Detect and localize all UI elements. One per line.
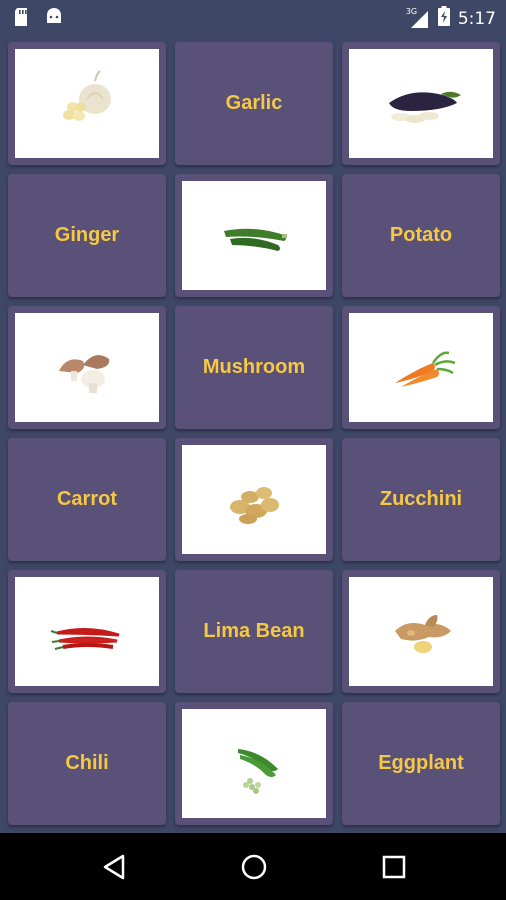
card-label: Carrot <box>56 488 117 510</box>
lima-bean-icon <box>238 748 278 794</box>
recents-icon <box>382 855 406 879</box>
card-mushroom-label[interactable]: Mushroom <box>175 306 333 429</box>
card-carrot-image[interactable] <box>342 306 500 429</box>
card-label: Zucchini <box>379 488 463 510</box>
zucchini-icon <box>224 228 287 251</box>
card-carrot-label[interactable]: Carrot <box>8 438 166 561</box>
card-zucchini-label[interactable]: Zucchini <box>342 438 500 561</box>
carrot-icon <box>395 350 456 387</box>
battery-charging-icon <box>437 6 450 31</box>
ginger-icon <box>395 614 451 653</box>
status-bar: 3G 5:17 <box>0 0 506 34</box>
card-lima-bean-label[interactable]: Lima Bean <box>175 570 333 693</box>
card-photo <box>182 445 326 554</box>
card-label: Garlic <box>225 92 283 114</box>
sd-card-icon <box>14 7 30 32</box>
card-photo <box>15 313 159 422</box>
home-button[interactable] <box>238 851 270 883</box>
mushroom-icon <box>59 354 110 393</box>
card-photo <box>349 313 493 422</box>
card-label: Mushroom <box>202 356 306 378</box>
card-garlic-image[interactable] <box>8 42 166 165</box>
card-label: Potato <box>389 224 453 246</box>
back-icon <box>103 854 125 880</box>
status-time: 5:17 <box>457 8 496 29</box>
potato-icon <box>230 486 279 524</box>
card-eggplant-label[interactable]: Eggplant <box>342 702 500 825</box>
eggplant-icon <box>389 91 461 123</box>
card-lima-bean-image[interactable] <box>175 702 333 825</box>
card-eggplant-image[interactable] <box>342 42 500 165</box>
card-chili-label[interactable]: Chili <box>8 702 166 825</box>
card-photo <box>182 709 326 818</box>
card-photo <box>182 181 326 290</box>
card-photo <box>15 577 159 686</box>
signal-icon: 3G <box>406 7 430 29</box>
recents-button[interactable] <box>378 851 410 883</box>
garlic-icon <box>63 69 111 121</box>
card-label: Chili <box>65 752 109 774</box>
card-garlic-label[interactable]: Garlic <box>175 42 333 165</box>
card-potato-label[interactable]: Potato <box>342 174 500 297</box>
card-photo <box>349 49 493 158</box>
android-icon <box>44 7 64 32</box>
card-label: Lima Bean <box>203 620 305 642</box>
card-ginger-image[interactable] <box>342 570 500 693</box>
card-zucchini-image[interactable] <box>175 174 333 297</box>
card-potato-image[interactable] <box>175 438 333 561</box>
home-icon <box>241 854 267 880</box>
chili-icon <box>50 627 120 650</box>
card-ginger-label[interactable]: Ginger <box>8 174 166 297</box>
back-button[interactable] <box>99 851 131 883</box>
card-chili-image[interactable] <box>8 570 166 693</box>
card-grid: Garlic Ginger Potato Mushroom Carrot Zuc… <box>8 42 500 826</box>
card-mushroom-image[interactable] <box>8 306 166 429</box>
card-label: Ginger <box>54 224 120 246</box>
navigation-bar <box>0 833 506 900</box>
card-photo <box>15 49 159 158</box>
card-label: Eggplant <box>378 752 464 774</box>
card-photo <box>349 577 493 686</box>
